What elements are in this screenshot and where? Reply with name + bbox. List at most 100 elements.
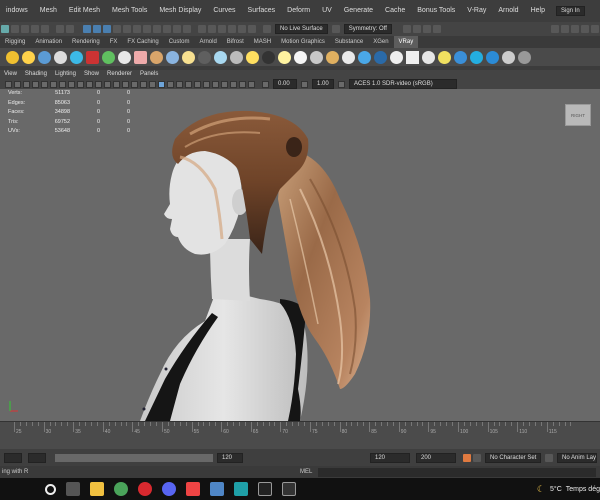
character-model[interactable]	[0, 89, 600, 421]
vray-checker-icon[interactable]	[405, 50, 419, 64]
vray-dome-icon[interactable]	[165, 50, 179, 64]
bookmarks-icon[interactable]	[23, 80, 30, 88]
vray-sphere-icon[interactable]	[53, 50, 67, 64]
app-icon-cube[interactable]	[282, 482, 296, 496]
time-slider[interactable]: 25 30 35 40 45 50 55 60 65 70 75 80 85 90 95 100 105 110 1…	[0, 421, 600, 449]
vray-sun-sky-icon[interactable]	[277, 50, 291, 64]
range-end-field[interactable]: 120	[217, 452, 243, 463]
anim-layer-icon[interactable]	[545, 453, 553, 462]
vray-decal-icon[interactable]	[325, 50, 339, 64]
field-chart-icon[interactable]	[95, 80, 102, 88]
hypershade-icon[interactable]	[432, 25, 441, 33]
shelf-tab-vray[interactable]: VRay	[393, 36, 419, 48]
depth-of-field-icon[interactable]	[212, 80, 219, 88]
snap-view-icon[interactable]	[248, 25, 256, 33]
vray-aerial-icon[interactable]	[357, 50, 371, 64]
vray-sun-icon[interactable]	[149, 50, 163, 64]
exposure-icon[interactable]	[262, 80, 269, 88]
gamma-icon[interactable]	[301, 80, 308, 88]
vray-bulb-icon[interactable]	[437, 50, 451, 64]
snap-point-icon[interactable]	[218, 25, 226, 33]
viewport-3d[interactable]: Verts: 51173 0 0 Edges: 85063 0 0 Faces: 34898 0 0 T…	[0, 89, 600, 421]
safe-action-icon[interactable]	[104, 80, 111, 88]
mask-icon-7[interactable]	[173, 25, 181, 33]
mask-icon-6[interactable]	[163, 25, 171, 33]
mask-icon-8[interactable]	[183, 25, 191, 33]
render-settings-icon[interactable]	[422, 25, 431, 33]
end-time-field[interactable]: 120	[370, 452, 410, 463]
panel-menu-panels[interactable]: Panels	[136, 70, 162, 79]
vray-cloud-icon[interactable]	[469, 50, 483, 64]
panel-menu-show[interactable]: Show	[80, 70, 103, 79]
new-scene-icon[interactable]	[21, 25, 29, 33]
render-icon[interactable]	[402, 25, 411, 33]
shelf-tab-xgen[interactable]: XGen	[368, 36, 393, 48]
screen-space-ao-icon[interactable]	[185, 80, 192, 88]
panel-menu-renderer[interactable]: Renderer	[103, 70, 136, 79]
shadows-icon[interactable]	[176, 80, 183, 88]
gamma-field[interactable]: 1.00	[312, 79, 334, 89]
live-surface-icon[interactable]	[263, 25, 271, 33]
default-material-icon[interactable]	[140, 80, 147, 88]
vray-light-icon[interactable]	[21, 50, 35, 64]
snap-grid-icon[interactable]	[198, 25, 206, 33]
mel-label[interactable]: MEL	[300, 469, 318, 475]
vray-ptex-icon[interactable]	[389, 50, 403, 64]
range-start-field[interactable]	[4, 452, 22, 463]
shelf-tab-mash[interactable]: MASH	[249, 36, 276, 48]
shelf-tab-arnold[interactable]: Arnold	[194, 36, 221, 48]
sidebar-toggle-icon-2[interactable]	[561, 25, 569, 33]
vray-rect-light-icon[interactable]	[197, 50, 211, 64]
vray-denoise-icon[interactable]	[421, 50, 435, 64]
panel-menu-view[interactable]: View	[0, 70, 21, 79]
use-all-lights-icon[interactable]	[167, 80, 174, 88]
menu-item-mesh-tools[interactable]: Mesh Tools	[106, 0, 153, 22]
open-scene-icon[interactable]	[31, 25, 39, 33]
vray-mesh-light-icon[interactable]	[229, 50, 243, 64]
vray-env-icon[interactable]	[373, 50, 387, 64]
photoshop-icon[interactable]	[210, 482, 224, 496]
sidebar-toggle-icon-5[interactable]	[591, 25, 599, 33]
vray-mesh-icon[interactable]	[133, 50, 147, 64]
vray-proxy-icon[interactable]	[85, 50, 99, 64]
discord-icon[interactable]	[162, 482, 176, 496]
vray-help-icon[interactable]	[517, 50, 531, 64]
shelf-tab-motion-graphics[interactable]: Motion Graphics	[276, 36, 330, 48]
unreal-icon[interactable]	[258, 482, 272, 496]
safe-title-icon[interactable]	[113, 80, 120, 88]
mask-icon-2[interactable]	[123, 25, 131, 33]
vray-scene-icon[interactable]	[453, 50, 467, 64]
vray-settings-icon[interactable]	[501, 50, 515, 64]
vray-material-icon[interactable]	[69, 50, 83, 64]
sign-in-dropdown[interactable]: Sign In	[555, 6, 585, 16]
multisample-aa-icon[interactable]	[203, 80, 210, 88]
menu-item-indows[interactable]: indows	[0, 0, 34, 22]
menu-item-mesh-display[interactable]: Mesh Display	[153, 0, 207, 22]
anim-layer-dropdown[interactable]: No Anim Layer	[557, 452, 597, 463]
xray-icon[interactable]	[230, 80, 237, 88]
vray-volume-icon[interactable]	[309, 50, 323, 64]
symmetry-icon[interactable]	[331, 25, 340, 33]
range-inner-start-field[interactable]	[28, 452, 46, 463]
vray-sphere-light-icon[interactable]	[213, 50, 227, 64]
wireframe-icon[interactable]	[122, 80, 129, 88]
command-input[interactable]	[318, 467, 596, 477]
view-transform-dropdown[interactable]: ACES 1.0 SDR-video (sRGB)	[349, 79, 457, 89]
isolate-select-icon[interactable]	[221, 80, 228, 88]
select-mode-icon[interactable]	[1, 25, 9, 33]
vray-fur-icon[interactable]	[101, 50, 115, 64]
image-plane-icon[interactable]	[32, 80, 39, 88]
menu-item-mesh[interactable]: Mesh	[34, 0, 63, 22]
menu-item-deform[interactable]: Deform	[281, 0, 316, 22]
snap-surface-icon[interactable]	[238, 25, 246, 33]
vray-toon-icon[interactable]	[293, 50, 307, 64]
mask-icon-5[interactable]	[153, 25, 161, 33]
select-by-hierarchy-icon[interactable]	[83, 25, 91, 33]
resolution-gate-icon[interactable]	[77, 80, 84, 88]
shelf-tab-animation[interactable]: Animation	[30, 36, 67, 48]
app-icon-red[interactable]	[186, 482, 200, 496]
camera-attributes-icon[interactable]	[14, 80, 21, 88]
vray-ambient-icon[interactable]	[245, 50, 259, 64]
character-set-dropdown[interactable]: No Character Set	[485, 452, 541, 463]
2d-pan-zoom-icon[interactable]	[41, 80, 48, 88]
